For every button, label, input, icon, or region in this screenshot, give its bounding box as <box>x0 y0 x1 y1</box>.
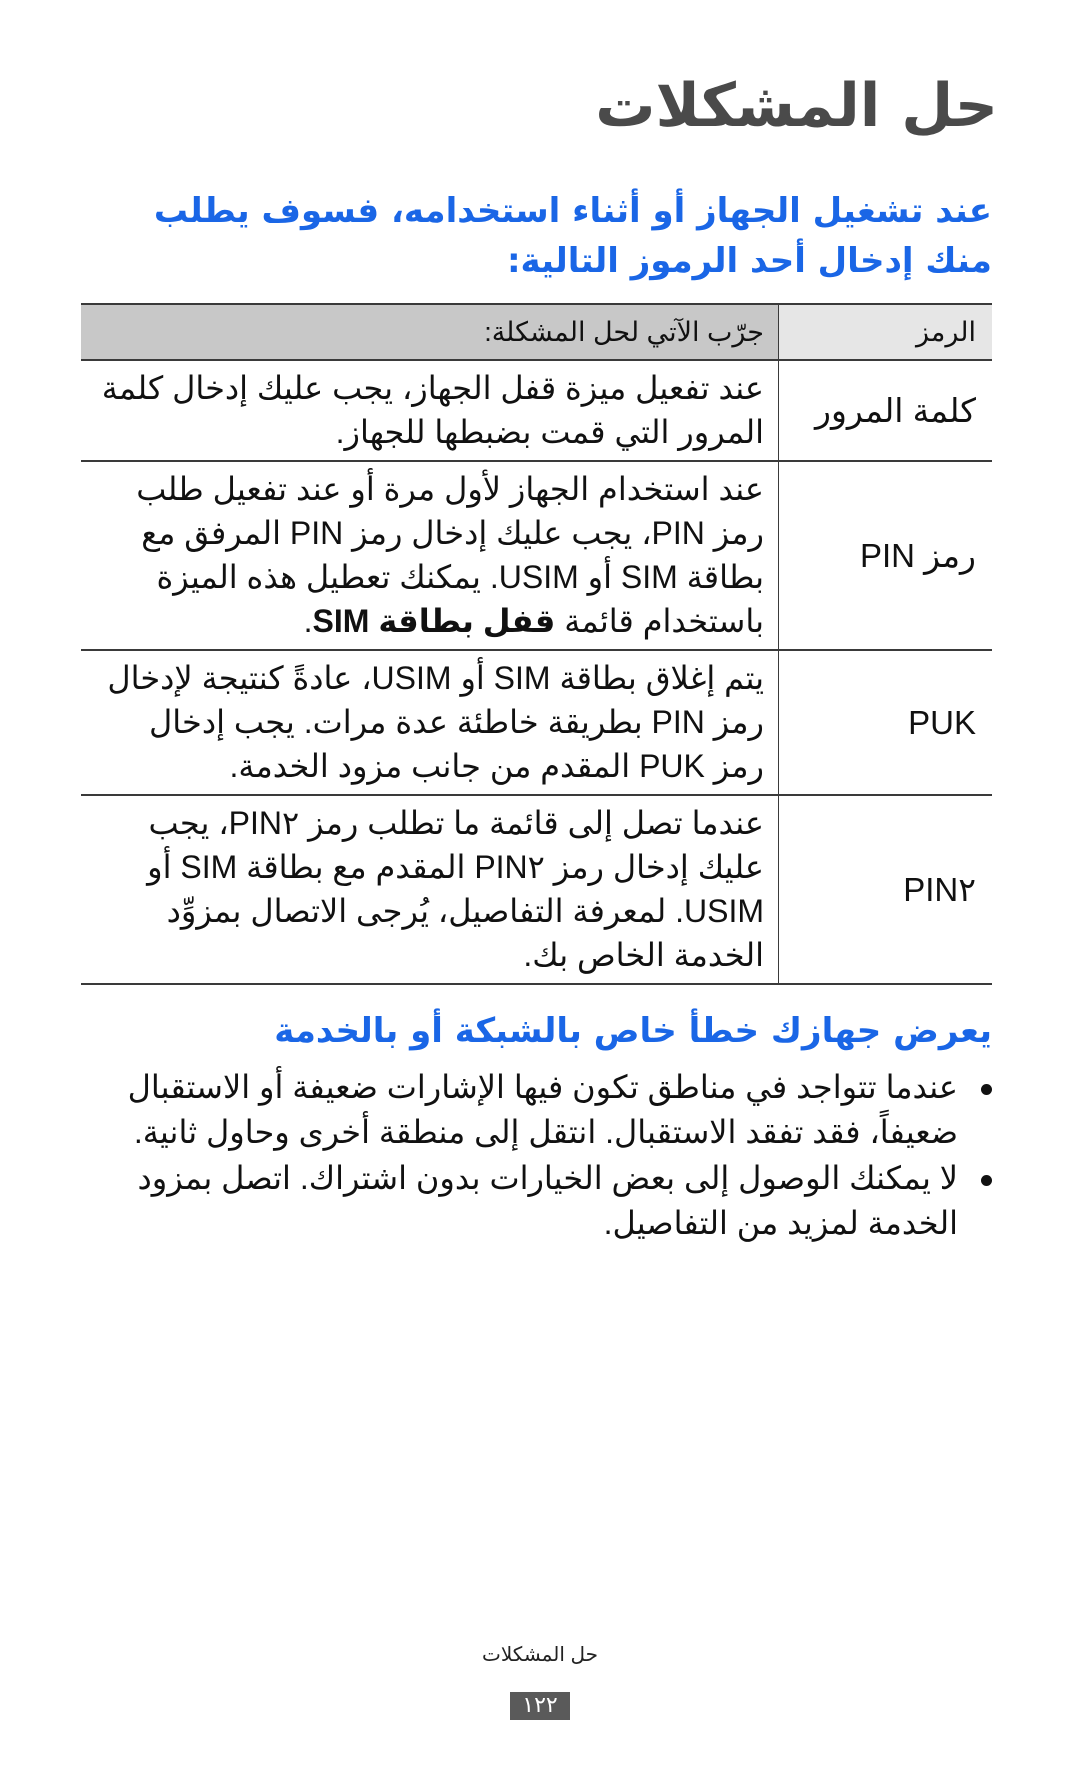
list-item: لا يمكنك الوصول إلى بعض الخيارات بدون اش… <box>88 1156 992 1246</box>
list-item-text: لا يمكنك الوصول إلى بعض الخيارات بدون اش… <box>137 1160 959 1241</box>
intro-text: عند تشغيل الجهاز أو أثناء استخدامه، فسوف… <box>153 191 992 281</box>
code-cell-password: كلمة المرور <box>815 392 976 429</box>
page-title: حل المشكلات <box>595 71 998 141</box>
desc-cell-pin2: عندما تصل إلى قائمة ما تطلب رمز PIN٢، يج… <box>81 795 779 984</box>
code-cell-pin: رمز PIN <box>859 537 976 574</box>
header-solution: جرّب الآتي لحل المشكلة: <box>81 304 779 360</box>
code-cell-pin2: PIN٢ <box>903 871 976 908</box>
section-heading-network-error: يعرض جهازك خطأ خاص بالشبكة أو بالخدمة <box>274 1011 992 1051</box>
lock-codes-table: الرمز جرّب الآتي لحل المشكلة: كلمة المرو… <box>81 303 992 985</box>
table-row: PIN٢ عندما تصل إلى قائمة ما تطلب رمز PIN… <box>81 795 992 984</box>
table-row: PUK يتم إغلاق بطاقة SIM أو USIM، عادةً ك… <box>81 650 992 795</box>
table-row: كلمة المرور عند تفعيل ميزة قفل الجهاز، ي… <box>81 360 992 461</box>
footer-section-label: حل المشكلات <box>482 1644 598 1666</box>
header-code: الرمز <box>778 304 992 360</box>
bullet-icon <box>981 1175 992 1186</box>
desc-cell-password: عند تفعيل ميزة قفل الجهاز، يجب عليك إدخا… <box>81 360 779 461</box>
network-error-list: عندما تتواجد في مناطق تكون فيها الإشارات… <box>88 1065 992 1247</box>
desc-cell-pin: عند استخدام الجهاز لأول مرة أو عند تفعيل… <box>81 461 779 650</box>
desc-cell-puk: يتم إغلاق بطاقة SIM أو USIM، عادةً كنتيج… <box>81 650 779 795</box>
list-item: عندما تتواجد في مناطق تكون فيها الإشارات… <box>88 1065 992 1155</box>
table-header-row: الرمز جرّب الآتي لحل المشكلة: <box>81 304 992 360</box>
page-number-badge: ١٢٢ <box>510 1692 570 1720</box>
desc-pin-tail: . <box>303 603 313 639</box>
menu-name-sim-lock: قفل بطاقة SIM <box>312 603 556 639</box>
list-item-text: عندما تتواجد في مناطق تكون فيها الإشارات… <box>127 1069 958 1150</box>
bullet-icon <box>981 1084 992 1095</box>
table-row: رمز PIN عند استخدام الجهاز لأول مرة أو ع… <box>81 461 992 650</box>
code-cell-puk: PUK <box>908 703 976 741</box>
